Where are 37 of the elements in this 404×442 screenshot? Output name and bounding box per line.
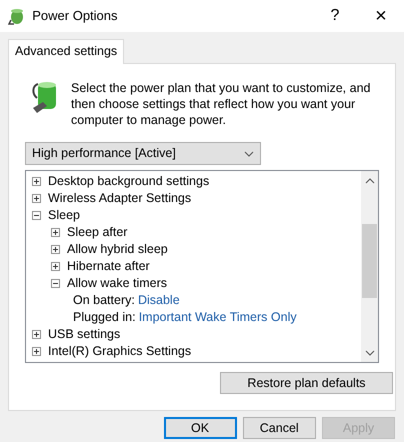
tree-item[interactable]: Allow hybrid sleep [67,240,168,259]
help-button[interactable]: ? [312,0,358,32]
chevron-down-icon [244,150,254,156]
expand-icon[interactable] [51,245,60,254]
battery-icon [8,7,26,25]
tree-item[interactable]: Intel(R) Graphics Settings [48,342,192,361]
scrollbar[interactable] [361,171,378,362]
plan-dropdown[interactable]: High performance [Active] [25,142,261,165]
setting-label: On battery: [73,292,135,310]
expand-icon[interactable] [51,228,60,237]
tree-item[interactable]: Sleep after [67,223,128,242]
tree-item[interactable]: Wireless Adapter Settings [48,189,192,208]
dialog-button[interactable]: OK [164,417,236,439]
expand-icon[interactable] [32,194,41,203]
dialog-button[interactable]: Cancel [242,417,316,439]
expand-icon[interactable] [32,347,41,356]
setting-label: Plugged in: [73,309,136,326]
setting-value-link[interactable]: Important Wake Timers Only [138,308,297,327]
tree-item[interactable]: Desktop background settings [48,172,210,191]
tab[interactable]: Advanced settings [8,39,124,64]
restore-defaults-button[interactable]: Restore plan defaults [220,372,393,394]
tree-item[interactable]: Sleep [48,206,80,225]
close-button[interactable]: × [358,0,404,32]
tree-item[interactable]: USB settings [48,325,120,344]
window-title: Power Options [32,7,119,26]
intro-text: Select the power plan that you want to customize, and then choose settings that reflect how you want your computer to manage power. [71,80,372,128]
collapse-icon[interactable] [32,211,41,220]
tree-item[interactable]: Hibernate after [67,257,150,276]
expand-icon[interactable] [51,262,60,271]
setting-value-link[interactable]: Disable [138,291,180,310]
scroll-down-icon[interactable] [364,350,374,356]
expand-icon[interactable] [32,177,41,186]
collapse-icon[interactable] [51,279,60,288]
scrollbar-thumb[interactable] [362,224,377,298]
tree-item[interactable]: Allow wake timers [67,274,168,293]
expand-icon[interactable] [32,330,41,339]
scroll-up-icon[interactable] [364,178,374,184]
